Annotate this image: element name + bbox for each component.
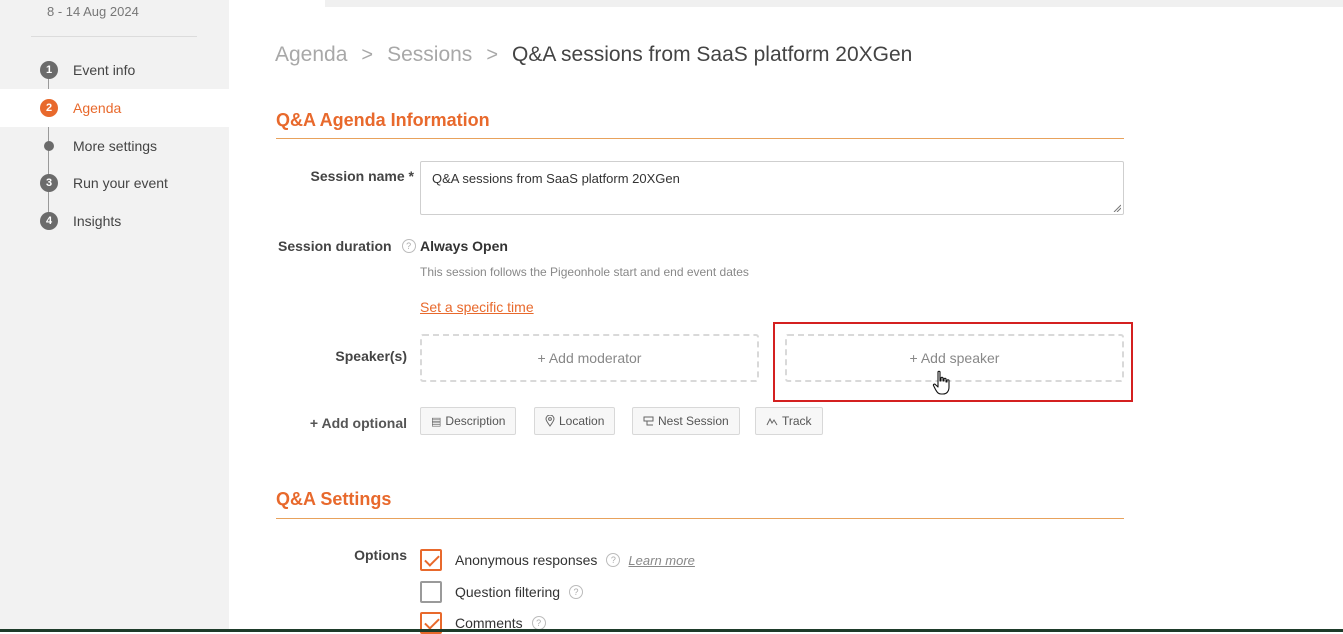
track-chip[interactable]: Track [755,407,823,435]
hand-cursor-icon [932,370,950,395]
speakers-label: Speaker(s) [335,348,407,364]
help-icon[interactable]: ? [401,239,416,253]
sidebar-item-event-info[interactable]: 1 Event info [0,51,229,89]
sidebar-item-run-your-event[interactable]: 3 Run your event [0,164,229,202]
event-date-range: 8 - 14 Aug 2024 [47,4,139,19]
add-optional-label: + Add optional [309,415,407,431]
help-icon[interactable]: ? [569,585,584,599]
anonymous-responses-checkbox[interactable] [420,549,442,571]
location-pin-icon [545,415,555,427]
sidebar-item-agenda[interactable]: 2 Agenda [0,89,229,127]
sidebar-item-insights[interactable]: 4 Insights [0,202,229,240]
learn-more-link[interactable]: Learn more [628,553,694,568]
description-icon: ▤ [431,415,442,428]
resize-grip-icon[interactable] [1113,204,1121,212]
duration-value: Always Open [420,238,508,254]
sidebar-item-label: More settings [73,138,158,154]
option-question-filtering: Question filtering ? [420,581,584,603]
chip-label: Description [445,414,506,428]
agenda-section-title: Q&A Agenda Information [276,110,490,130]
session-duration-label-wrap: Session duration ? [278,238,416,254]
help-icon[interactable]: ? [531,616,546,630]
chip-label: Nest Session [658,414,729,428]
breadcrumb-current: Q&A sessions from SaaS platform 20XGen [512,43,913,66]
step-badge: 1 [40,61,58,79]
help-icon[interactable]: ? [606,553,621,567]
options-label: Options [354,547,407,563]
session-name-field[interactable]: Q&A sessions from SaaS platform 20XGen [420,161,1124,215]
settings-section-title: Q&A Settings [276,489,392,509]
question-filtering-checkbox[interactable] [420,581,442,603]
breadcrumb-agenda[interactable]: Agenda [275,43,347,67]
description-chip[interactable]: ▤ Description [420,407,517,435]
sidebar-item-label: Agenda [73,100,122,116]
section-divider [276,138,1124,139]
session-duration-label: Session duration [278,238,392,254]
step-badge: 2 [40,99,58,117]
sidebar-item-more-settings[interactable]: More settings [0,127,229,165]
sidebar-item-label: Run your event [73,175,168,191]
sidebar-item-label: Insights [73,213,122,229]
highlight-box [773,322,1133,402]
duration-note: This session follows the Pigeonhole star… [420,265,749,279]
location-chip[interactable]: Location [534,407,616,435]
sidebar-divider [31,36,197,37]
breadcrumb-sessions[interactable]: Sessions [387,43,472,67]
breadcrumb: Agenda > Sessions > Q&A sessions from Sa… [275,43,912,67]
nest-session-chip[interactable]: Nest Session [632,407,740,435]
session-name-label: Session name * [310,168,415,184]
section-divider [276,518,1124,519]
top-strip [325,0,1343,7]
step-badge: 3 [40,174,58,192]
step-dot-icon [44,141,54,151]
set-specific-time-link[interactable]: Set a specific time [420,299,534,315]
chevron-right-icon: > [486,43,498,66]
sidebar: 8 - 14 Aug 2024 1 Event info 2 Agenda Mo… [0,0,229,632]
option-label: Question filtering [455,584,561,600]
chevron-right-icon: > [361,43,374,66]
track-icon [766,417,778,425]
option-label: Anonymous responses [455,552,598,568]
nest-session-icon [643,416,654,425]
option-anonymous-responses: Anonymous responses ? Learn more [420,549,695,571]
session-name-value: Q&A sessions from SaaS platform 20XGen [432,171,680,186]
step-badge: 4 [40,212,58,230]
sidebar-item-label: Event info [73,62,136,78]
chip-label: Location [559,414,605,428]
chip-label: Track [782,414,812,428]
add-moderator-button[interactable]: + Add moderator [420,334,759,382]
